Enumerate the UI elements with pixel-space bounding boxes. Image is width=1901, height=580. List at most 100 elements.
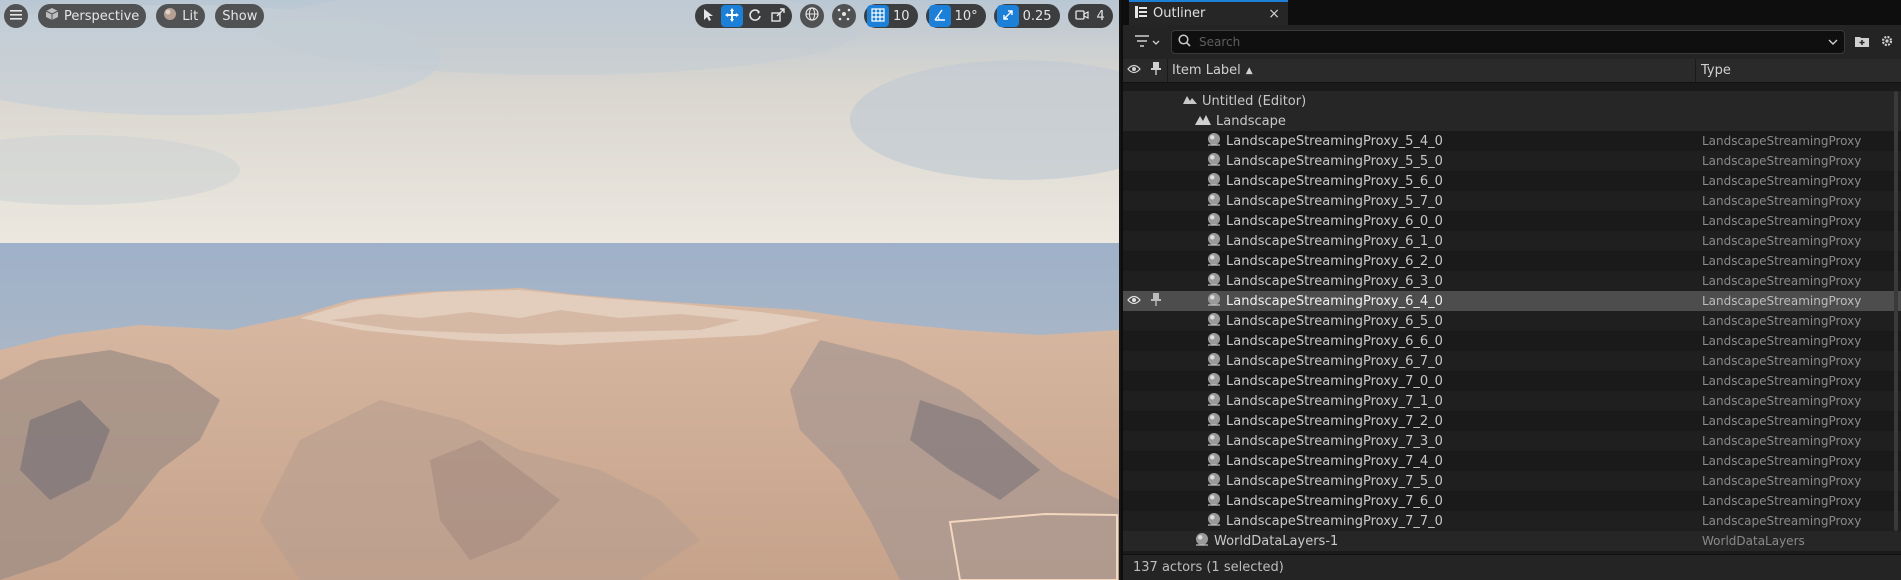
tree-row-proxy[interactable]: LandscapeStreamingProxy_7_5_0 LandscapeSt… <box>1123 471 1901 491</box>
surface-snap-button[interactable] <box>832 4 856 28</box>
select-tool-button[interactable] <box>698 5 720 27</box>
rotate-tool-button[interactable] <box>744 5 766 27</box>
grid-snap-toggle[interactable] <box>867 5 889 27</box>
actor-sphere-icon <box>1207 312 1221 330</box>
world-data-layers-label: WorldDataLayers-1 <box>1214 533 1339 549</box>
tree-row-proxy[interactable]: LandscapeStreamingProxy_7_6_0 LandscapeSt… <box>1123 491 1901 511</box>
visibility-toggle[interactable] <box>1123 294 1145 309</box>
visibility-column-header[interactable] <box>1123 63 1145 78</box>
grid-snap-value[interactable]: 10 <box>890 9 915 24</box>
tree-row-proxy[interactable]: LandscapeStreamingProxy_7_0_0 LandscapeSt… <box>1123 371 1901 391</box>
type-header-text: Type <box>1701 63 1731 78</box>
tree-row-proxy[interactable]: LandscapeStreamingProxy_5_4_0 LandscapeSt… <box>1123 131 1901 151</box>
camera-icon <box>1074 9 1089 24</box>
tree-row-proxy[interactable]: LandscapeStreamingProxy_6_7_0 LandscapeSt… <box>1123 351 1901 371</box>
tab-outliner[interactable]: Outliner × <box>1129 0 1288 25</box>
proxy-label: LandscapeStreamingProxy_6_1_0 <box>1226 233 1443 249</box>
tree-row-proxy[interactable]: LandscapeStreamingProxy_7_2_0 LandscapeSt… <box>1123 411 1901 431</box>
outliner-scrollbar[interactable] <box>1893 91 1899 546</box>
scale-snap-group[interactable]: 0.25 <box>993 4 1060 28</box>
proxy-type: LandscapeStreamingProxy <box>1702 294 1862 308</box>
world-icon <box>1183 93 1197 109</box>
tree-row-proxy[interactable]: LandscapeStreamingProxy_6_3_0 LandscapeSt… <box>1123 271 1901 291</box>
tree-row-proxy[interactable]: LandscapeStreamingProxy_6_2_0 LandscapeSt… <box>1123 251 1901 271</box>
tree-row-world[interactable]: Untitled (Editor) <box>1123 91 1901 111</box>
camera-speed-button[interactable] <box>1071 5 1093 27</box>
actor-sphere-icon <box>1207 232 1221 250</box>
pin-icon <box>1151 62 1161 79</box>
actor-sphere-icon <box>1207 212 1221 230</box>
rotation-snap-value[interactable]: 10° <box>952 9 983 24</box>
tree-row-proxy[interactable]: LandscapeStreamingProxy_6_1_0 LandscapeSt… <box>1123 231 1901 251</box>
search-box[interactable] <box>1171 30 1845 54</box>
chevron-down-icon <box>1152 35 1160 49</box>
pin-column-header[interactable] <box>1145 62 1167 79</box>
level-viewport[interactable]: Perspective Lit Show 10 10° 0.25 4 <box>0 0 1119 580</box>
viewport-menu-button[interactable] <box>4 4 28 28</box>
proxy-type: LandscapeStreamingProxy <box>1702 314 1862 328</box>
rotation-snap-toggle[interactable] <box>928 5 951 27</box>
grid-snap-group[interactable]: 10 <box>864 4 918 28</box>
tree-row-proxy[interactable]: LandscapeStreamingProxy_6_0_0 LandscapeSt… <box>1123 211 1901 231</box>
actor-sphere-icon <box>1207 392 1221 410</box>
rotate-icon <box>748 8 762 25</box>
tree-row-world-data-layers[interactable]: WorldDataLayers-1 WorldDataLayers <box>1123 531 1901 551</box>
proxy-label: LandscapeStreamingProxy_5_7_0 <box>1226 193 1443 209</box>
tree-row-proxy[interactable]: LandscapeStreamingProxy_5_7_0 LandscapeSt… <box>1123 191 1901 211</box>
outliner-status-bar: 137 actors (1 selected) <box>1123 554 1901 580</box>
eye-icon <box>1127 294 1141 309</box>
landscape-icon <box>1195 113 1211 130</box>
tree-row-landscape[interactable]: Landscape <box>1123 111 1901 131</box>
proxy-label: LandscapeStreamingProxy_7_7_0 <box>1226 513 1443 529</box>
proxy-label: LandscapeStreamingProxy_6_6_0 <box>1226 333 1443 349</box>
lit-sphere-icon <box>163 7 177 25</box>
scale-snap-value[interactable]: 0.25 <box>1020 9 1057 24</box>
outliner-tree: Untitled (Editor) Landscape LandscapeStr… <box>1123 91 1901 551</box>
translate-tool-button[interactable] <box>721 5 743 27</box>
outliner-search-row <box>1123 25 1901 59</box>
pin-toggle[interactable] <box>1145 292 1167 310</box>
proxy-type: LandscapeStreamingProxy <box>1702 234 1862 248</box>
add-folder-button[interactable] <box>1851 35 1873 50</box>
show-button[interactable]: Show <box>215 4 265 28</box>
rotation-snap-group[interactable]: 10° <box>925 4 986 28</box>
tree-row-proxy[interactable]: LandscapeStreamingProxy_7_1_0 LandscapeSt… <box>1123 391 1901 411</box>
camera-speed-value[interactable]: 4 <box>1094 9 1110 24</box>
scale-snap-toggle[interactable] <box>996 5 1019 27</box>
settings-button[interactable] <box>1879 34 1895 51</box>
item-label-column-header[interactable]: Item Label ▲ <box>1167 59 1695 82</box>
tree-row-proxy[interactable]: LandscapeStreamingProxy_5_5_0 LandscapeSt… <box>1123 151 1901 171</box>
tree-row-proxy[interactable]: LandscapeStreamingProxy_5_6_0 LandscapeSt… <box>1123 171 1901 191</box>
actor-sphere-icon <box>1207 492 1221 510</box>
tree-row-proxy[interactable]: LandscapeStreamingProxy_6_4_0 LandscapeSt… <box>1123 291 1901 311</box>
actor-sphere-icon <box>1207 432 1221 450</box>
tree-row-proxy[interactable]: LandscapeStreamingProxy_7_4_0 LandscapeSt… <box>1123 451 1901 471</box>
filter-icon <box>1134 34 1149 50</box>
search-options-chevron-icon[interactable] <box>1828 35 1838 49</box>
camera-speed-group[interactable]: 4 <box>1067 4 1113 28</box>
perspective-button[interactable]: Perspective <box>38 4 147 28</box>
proxy-type: LandscapeStreamingProxy <box>1702 154 1862 168</box>
tree-row-proxy[interactable]: LandscapeStreamingProxy_6_6_0 LandscapeSt… <box>1123 331 1901 351</box>
lit-button[interactable]: Lit <box>156 4 206 28</box>
proxy-label: LandscapeStreamingProxy_5_6_0 <box>1226 173 1443 189</box>
scene-render[interactable] <box>0 0 1119 580</box>
search-input[interactable] <box>1199 35 1820 49</box>
proxy-type: LandscapeStreamingProxy <box>1702 454 1862 468</box>
tree-row-proxy[interactable]: LandscapeStreamingProxy_6_5_0 LandscapeSt… <box>1123 311 1901 331</box>
tree-row-proxy[interactable]: LandscapeStreamingProxy_7_7_0 LandscapeSt… <box>1123 511 1901 531</box>
tree-row-proxy[interactable]: LandscapeStreamingProxy_7_3_0 LandscapeSt… <box>1123 431 1901 451</box>
scale-snap-icon <box>1001 8 1015 25</box>
type-column-header[interactable]: Type <box>1695 59 1901 82</box>
globe-icon <box>805 7 819 25</box>
scale-tool-button[interactable] <box>767 5 789 27</box>
close-icon[interactable]: × <box>1268 6 1280 22</box>
scrollbar-thumb[interactable] <box>1894 91 1898 531</box>
proxy-type: LandscapeStreamingProxy <box>1702 274 1862 288</box>
lit-label: Lit <box>182 8 199 24</box>
proxy-type: LandscapeStreamingProxy <box>1702 434 1862 448</box>
filter-button[interactable] <box>1129 31 1165 53</box>
proxy-label: LandscapeStreamingProxy_7_2_0 <box>1226 413 1443 429</box>
proxy-label: LandscapeStreamingProxy_7_4_0 <box>1226 453 1443 469</box>
world-local-button[interactable] <box>800 4 824 28</box>
